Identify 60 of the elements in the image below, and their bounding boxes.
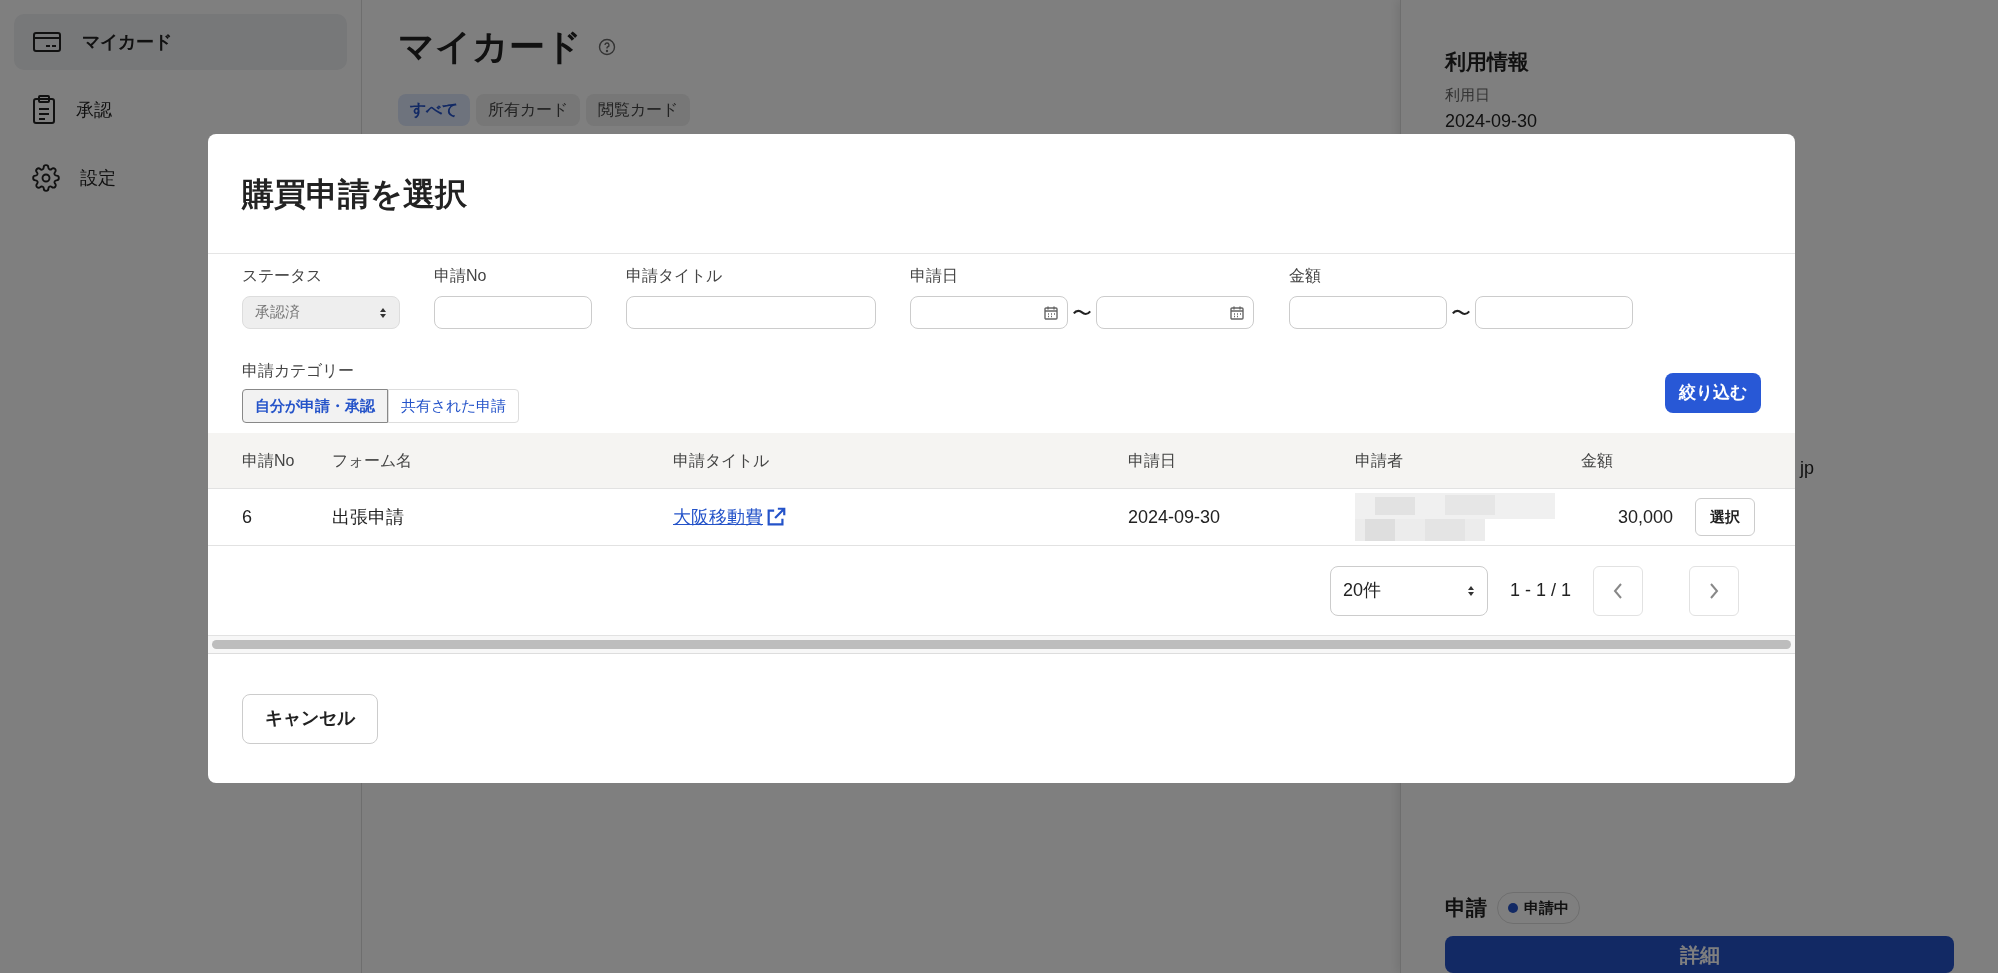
help-icon[interactable] — [598, 38, 616, 56]
section-title: 利用情報 — [1445, 49, 1530, 75]
page-range: 1 - 1 / 1 — [1509, 579, 1571, 602]
field-label: 申請カテゴリー — [242, 361, 355, 381]
column-header: 金額 — [1581, 450, 1614, 471]
table-cell-text: 6 — [241, 505, 253, 529]
updown-icon — [379, 306, 387, 319]
calendar-icon — [1229, 304, 1245, 321]
filter-button[interactable]: 絞り込む — [1665, 373, 1761, 413]
updown-icon — [1466, 584, 1475, 597]
scrollbar-thumb[interactable] — [212, 640, 1791, 649]
column-header: 申請タイトル — [673, 450, 770, 471]
sidebar-item[interactable]: 承認 — [14, 82, 347, 138]
field-label: 金額 — [1289, 266, 1322, 286]
input-field[interactable] — [626, 296, 876, 329]
filter-tab[interactable]: 閲覧カード — [586, 94, 690, 126]
column-header: 申請日 — [1128, 450, 1177, 471]
field-label: ステータス — [242, 266, 323, 286]
title-link[interactable]: 大阪移動費 — [673, 503, 1128, 531]
input-field[interactable] — [1475, 296, 1633, 329]
table-cell-text: 30,000 — [1616, 505, 1673, 529]
date-field[interactable] — [1096, 296, 1254, 329]
segment-button[interactable]: 共有された申請 — [388, 389, 519, 423]
field-value: 2024-09-30 — [1445, 110, 1539, 133]
chevron-left-icon — [1612, 581, 1624, 600]
clipboard-icon — [32, 95, 56, 125]
page-size-select[interactable]: 20件 — [1329, 565, 1488, 616]
table-cell-text: 出張申請 — [332, 505, 405, 529]
status-select[interactable]: 承認済 — [242, 296, 400, 329]
segment-button[interactable]: 自分が申請・承認 — [242, 389, 388, 423]
email-text: jp — [1800, 457, 1814, 480]
field-label: 申請タイトル — [626, 266, 723, 286]
sidebar-item[interactable]: マイカード — [14, 14, 347, 70]
range-separator: 〜 — [1072, 300, 1092, 326]
range-separator: 〜 — [1451, 300, 1471, 326]
field-label: 利用日 — [1445, 84, 1491, 105]
previous-page-button[interactable] — [1593, 565, 1643, 616]
settings-icon — [32, 164, 60, 192]
filter-tab[interactable]: 所有カード — [476, 94, 580, 126]
next-page-button[interactable] — [1689, 565, 1739, 616]
select-button[interactable]: 選択 — [1695, 498, 1755, 536]
input-field[interactable] — [1289, 296, 1447, 329]
cancel-button[interactable]: キャンセル — [242, 693, 378, 744]
chevron-right-icon — [1708, 581, 1720, 600]
table-cell-text: 2024-09-30 — [1128, 505, 1222, 529]
column-header: フォーム名 — [332, 450, 413, 471]
field-label: 申請日 — [910, 266, 959, 286]
detail-button[interactable]: 詳細 — [1445, 936, 1954, 973]
page-title: マイカード — [398, 25, 582, 69]
field-label: 申請No — [434, 266, 488, 286]
calendar-icon — [1043, 304, 1059, 321]
external-link-icon — [765, 506, 787, 528]
section-title: 申請 — [1445, 895, 1487, 922]
input-field[interactable] — [434, 296, 592, 329]
column-header: 申請No — [241, 450, 296, 471]
card-icon — [32, 30, 62, 54]
dialog-title: 購買申請を選択 — [242, 174, 467, 214]
filter-tab[interactable]: すべて — [398, 94, 470, 126]
column-header: 申請者 — [1355, 450, 1404, 471]
date-field[interactable] — [910, 296, 1068, 329]
